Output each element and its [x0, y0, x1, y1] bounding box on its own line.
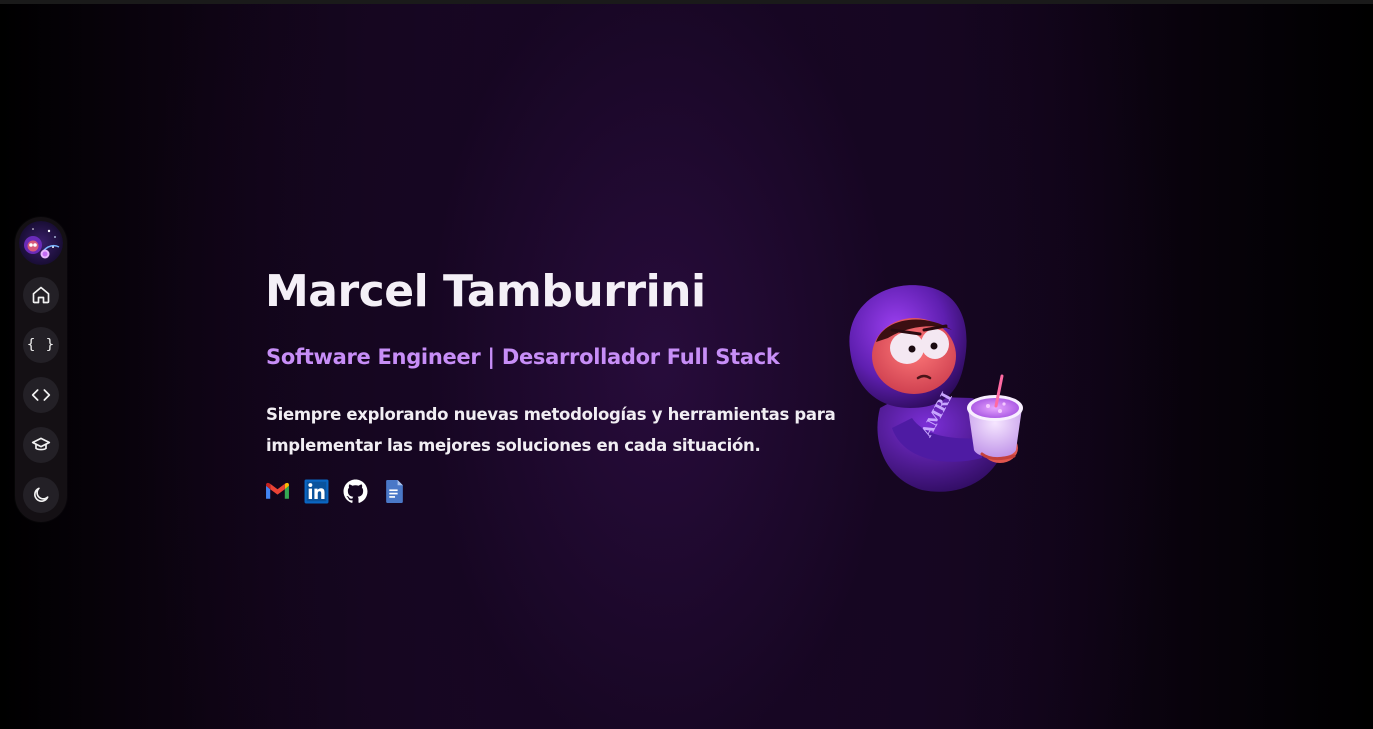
hero-description: Siempre explorando nuevas metodologías y… — [266, 405, 836, 455]
page-title: Marcel Tamburrini — [265, 266, 706, 317]
social-links — [265, 479, 407, 504]
top-bar — [0, 0, 1373, 4]
moon-icon — [34, 487, 49, 502]
nav-education-button[interactable] — [23, 427, 59, 463]
linkedin-icon — [304, 479, 329, 504]
linkedin-link[interactable] — [304, 479, 329, 504]
nav-home-button[interactable] — [23, 277, 59, 313]
document-icon — [386, 480, 403, 503]
gmail-link[interactable] — [265, 479, 290, 504]
avatar[interactable] — [19, 221, 63, 265]
character-illustration: AMRI — [849, 285, 1023, 492]
resume-link[interactable] — [382, 479, 407, 504]
code-icon — [31, 389, 51, 401]
sidebar-nav: { } — [15, 217, 67, 522]
hero-subtitle: Software Engineer | Desarrollador Full S… — [266, 345, 780, 369]
github-link[interactable] — [343, 479, 368, 504]
home-icon — [32, 286, 50, 304]
github-icon — [343, 479, 368, 503]
nav-projects-button[interactable] — [23, 377, 59, 413]
braces-icon: { } — [26, 337, 56, 353]
theme-toggle-button[interactable] — [23, 477, 59, 513]
nav-skills-button[interactable]: { } — [23, 327, 59, 363]
gmail-icon — [266, 482, 289, 499]
graduation-cap-icon — [31, 437, 51, 451]
avatar-image — [19, 221, 63, 265]
